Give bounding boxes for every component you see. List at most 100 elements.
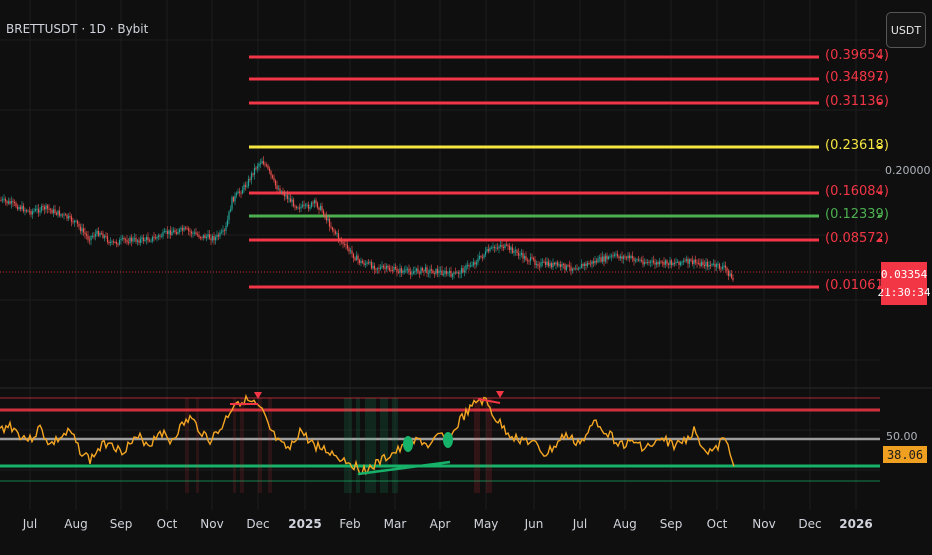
- candle-body: [586, 263, 589, 266]
- candle-body: [166, 231, 169, 235]
- candle-body: [717, 263, 719, 265]
- candle-body: [448, 270, 451, 273]
- chart-canvas[interactable]: [0, 0, 932, 550]
- candle-body: [706, 261, 709, 267]
- candle-body: [327, 218, 329, 221]
- candle-body: [109, 242, 112, 243]
- rsi-value-tag: 38.06: [883, 446, 927, 463]
- time-axis-label: May: [473, 517, 499, 531]
- candle-body: [657, 262, 659, 265]
- candle-body: [661, 261, 664, 263]
- chart-area[interactable]: [0, 0, 932, 550]
- candle-body: [337, 233, 340, 240]
- time-axis-label: 2026: [839, 517, 873, 531]
- candle-body: [604, 255, 607, 262]
- candle-body: [318, 207, 320, 210]
- candle-body: [405, 269, 407, 271]
- candle-body: [259, 163, 262, 165]
- candle-body: [378, 268, 380, 270]
- candle-body: [667, 263, 670, 265]
- candle-body: [546, 261, 548, 266]
- candle-body: [400, 268, 403, 273]
- candle-body: [175, 232, 178, 234]
- candle-body: [496, 247, 499, 249]
- candle-body: [472, 262, 475, 266]
- candle-body: [639, 259, 641, 261]
- candle-body: [549, 263, 551, 267]
- time-axis-label: 2025: [288, 517, 322, 531]
- level-label: (0.08572): [825, 231, 889, 246]
- candle-body: [690, 259, 692, 261]
- candle-body: [493, 246, 496, 249]
- candle-body: [235, 193, 238, 196]
- candle-body: [432, 270, 434, 274]
- candle-body: [504, 244, 506, 249]
- currency-button[interactable]: USDT: [886, 12, 926, 48]
- candle-body: [519, 254, 521, 256]
- candle-body: [339, 239, 341, 242]
- candle-body: [555, 262, 557, 265]
- rsi-zone-bull: [392, 398, 398, 493]
- candle-body: [477, 258, 479, 263]
- candle-body: [459, 273, 461, 275]
- candle-body: [399, 268, 401, 273]
- level-label: (0.16084): [825, 184, 889, 199]
- candle-body: [534, 259, 536, 265]
- level-label: (0.23618): [825, 138, 889, 153]
- candle-body: [246, 186, 248, 187]
- candle-body: [402, 270, 404, 273]
- candle-body: [489, 248, 491, 252]
- candle-body: [301, 204, 304, 207]
- candle-body: [90, 236, 92, 241]
- candle-body: [732, 277, 734, 280]
- candle-body: [78, 223, 80, 227]
- candle-body: [505, 244, 508, 246]
- symbol-title[interactable]: BRETTUSDT · 1D · Bybit: [6, 22, 148, 36]
- rsi-zone-bear: [258, 398, 262, 493]
- candle-body: [540, 262, 542, 267]
- candle-body: [457, 272, 460, 274]
- candle-body: [673, 263, 676, 264]
- candle-body: [217, 234, 220, 237]
- candle-body: [192, 232, 194, 234]
- candle-body: [114, 242, 116, 243]
- candle-body: [105, 235, 107, 237]
- rsi-midline-label: 50.00: [886, 430, 918, 443]
- candle-body: [106, 236, 109, 242]
- candle-body: [727, 270, 730, 276]
- candle-body: [289, 198, 292, 202]
- candle-body: [387, 265, 389, 268]
- candle-body: [274, 180, 277, 186]
- candle-body: [270, 171, 272, 176]
- candle-body: [391, 270, 394, 272]
- candle-body: [726, 267, 728, 271]
- candle-body: [283, 193, 286, 197]
- candle-body: [165, 231, 167, 232]
- candle-body: [66, 214, 68, 219]
- candle-body: [675, 261, 677, 264]
- candle-body: [298, 207, 301, 209]
- candle-body: [474, 262, 476, 265]
- candle-body: [147, 236, 149, 241]
- candle-body: [120, 238, 122, 241]
- candle-body: [670, 260, 673, 266]
- candle-body: [25, 210, 28, 212]
- candle-body: [333, 230, 335, 232]
- candle-body: [609, 256, 611, 258]
- candle-body: [229, 209, 232, 212]
- candle-body: [444, 270, 446, 275]
- candle-body: [214, 237, 217, 241]
- candle-body: [537, 264, 539, 266]
- candle-body: [267, 165, 269, 169]
- bull-signal-marker: [443, 432, 453, 448]
- candle-body: [300, 206, 302, 209]
- candle-body: [538, 265, 541, 267]
- candle-body: [397, 271, 400, 273]
- candle-body: [606, 255, 608, 260]
- candle-body: [439, 270, 442, 272]
- candle-body: [687, 259, 689, 264]
- candle-body: [186, 228, 188, 229]
- candle-body: [28, 210, 31, 212]
- candle-body: [190, 231, 193, 234]
- candle-body: [510, 247, 512, 250]
